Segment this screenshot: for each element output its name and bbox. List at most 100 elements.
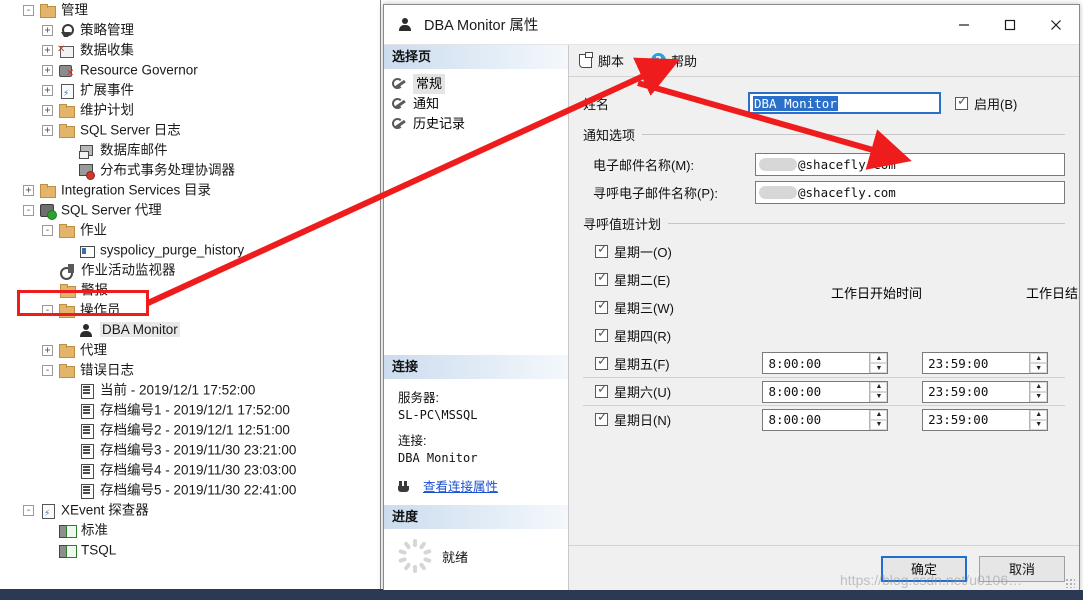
workday-start-time-input[interactable]: 8:00:00 ▲ ▼	[762, 352, 889, 374]
script-dropdown-chevron-down-icon[interactable]: ▼	[634, 56, 642, 65]
tree-node[interactable]: 当前 - 2019/12/1 17:52:00	[0, 380, 380, 400]
email-input[interactable]: @shacefly.com	[755, 152, 1065, 176]
workday-start-time-input-increment-icon[interactable]: ▲	[870, 381, 888, 392]
workday-start-time-input[interactable]: 8:00:00 ▲ ▼	[762, 408, 889, 431]
tree-node[interactable]: 警报	[0, 280, 380, 300]
name-input[interactable]: DBA Monitor	[748, 92, 941, 114]
day-checkbox-row[interactable]: 星期一(O)	[583, 242, 746, 261]
day-checkbox-row[interactable]: 星期六(U)	[583, 382, 746, 401]
workday-start-time-input-stepper[interactable]: ▲ ▼	[869, 409, 888, 430]
dialog-title-bar[interactable]: DBA Monitor 属性	[384, 5, 1079, 45]
expand-toggle-icon[interactable]: +	[42, 64, 53, 76]
workday-end-time-input-decrement-icon[interactable]: ▼	[1030, 419, 1048, 430]
tree-node[interactable]: syspolicy_purge_history	[0, 240, 380, 260]
tree-node[interactable]: + 扩展事件	[0, 80, 380, 103]
ok-button[interactable]: 确定	[881, 555, 967, 582]
workday-end-time-input-decrement-icon[interactable]: ▼	[1030, 363, 1048, 373]
workday-end-time-input-stepper[interactable]: ▲ ▼	[1029, 381, 1048, 402]
expand-toggle-icon[interactable]: +	[42, 124, 53, 136]
object-explorer-tree[interactable]: - 管理 + 策略管理 + 数据收集 + Resource Governor + 扩展事件 + 维护计…	[0, 0, 380, 560]
resize-grip[interactable]	[1065, 578, 1075, 588]
workday-end-time-input-stepper[interactable]: ▲ ▼	[1029, 409, 1048, 430]
tree-node[interactable]: + 数据收集	[0, 40, 380, 60]
select-page-item[interactable]: 常规	[392, 74, 568, 94]
tree-node[interactable]: 数据库邮件	[0, 140, 380, 160]
expand-toggle-icon[interactable]: +	[42, 344, 53, 356]
tree-node[interactable]: + Resource Governor	[0, 60, 380, 84]
select-page-item[interactable]: 通知	[392, 94, 568, 114]
tree-node[interactable]: + 策略管理	[0, 20, 380, 40]
expand-toggle-icon[interactable]: +	[42, 44, 53, 56]
workday-end-time-input[interactable]: 23:59:00 ▲ ▼	[922, 380, 1049, 403]
day-checkbox-row[interactable]: 星期日(N)	[583, 410, 746, 429]
workday-start-time-input-decrement-icon[interactable]: ▼	[870, 391, 888, 402]
expand-toggle-icon[interactable]: +	[42, 24, 53, 36]
day-checkbox-row[interactable]: 星期三(W)	[583, 298, 746, 317]
workday-end-time-input-stepper[interactable]: ▲ ▼	[1029, 353, 1048, 373]
view-connection-properties-link[interactable]: 查看连接属性	[423, 476, 498, 495]
workday-start-time-input-stepper[interactable]: ▲ ▼	[869, 381, 888, 402]
expand-toggle-icon[interactable]: +	[42, 84, 53, 96]
tree-node[interactable]: 存档编号3 - 2019/11/30 23:21:00	[0, 440, 380, 460]
workday-end-time-input[interactable]: 23:59:00 ▲ ▼	[922, 408, 1049, 431]
workday-start-time-input-decrement-icon[interactable]: ▼	[870, 419, 888, 430]
script-button[interactable]: 脚本	[577, 51, 624, 70]
workday-start-time-input-increment-icon[interactable]: ▲	[870, 409, 888, 420]
tree-node[interactable]: 作业活动监视器	[0, 260, 380, 280]
tree-node[interactable]: - 操作员	[0, 300, 380, 320]
day-checkbox-row[interactable]: 星期五(F)	[583, 354, 746, 373]
minimize-button[interactable]	[941, 5, 987, 45]
tree-node[interactable]: 标准	[0, 520, 380, 540]
tree-node[interactable]: - 作业	[0, 220, 380, 240]
workday-end-time-input-increment-icon[interactable]: ▲	[1030, 353, 1048, 363]
day-checkbox[interactable]	[595, 326, 608, 342]
tree-node[interactable]: + 维护计划	[0, 100, 380, 120]
collapse-toggle-icon[interactable]: -	[23, 204, 34, 216]
tree-node[interactable]: 分布式事务处理协调器	[0, 160, 380, 180]
day-checkbox[interactable]	[595, 354, 608, 370]
tree-node[interactable]: 存档编号4 - 2019/11/30 23:03:00	[0, 460, 380, 480]
tree-node[interactable]: - XEvent 探查器	[0, 500, 380, 523]
close-button[interactable]	[1033, 5, 1079, 45]
tree-node[interactable]: DBA Monitor	[0, 320, 380, 340]
tree-node[interactable]: + SQL Server 日志	[0, 120, 380, 140]
collapse-toggle-icon[interactable]: -	[23, 504, 34, 516]
tree-node[interactable]: - 管理	[0, 0, 380, 20]
day-checkbox[interactable]	[595, 242, 608, 258]
tree-node[interactable]: + Integration Services 目录	[0, 180, 380, 200]
select-page-item[interactable]: 历史记录	[392, 114, 568, 134]
tree-node[interactable]: 存档编号1 - 2019/12/1 17:52:00	[0, 400, 380, 420]
pager-email-input[interactable]: @shacefly.com	[755, 180, 1065, 204]
tree-node[interactable]: 存档编号2 - 2019/12/1 12:51:00	[0, 420, 380, 440]
enabled-checkbox-row[interactable]: 启用(B)	[955, 94, 1017, 113]
day-checkbox[interactable]	[595, 270, 608, 286]
collapse-toggle-icon[interactable]: -	[42, 364, 53, 376]
workday-start-time-input-decrement-icon[interactable]: ▼	[870, 363, 888, 373]
tree-node[interactable]: - SQL Server 代理	[0, 200, 380, 220]
day-checkbox[interactable]	[595, 298, 608, 314]
workday-start-time-input-stepper[interactable]: ▲ ▼	[869, 353, 888, 373]
tree-node[interactable]: TSQL	[0, 540, 380, 560]
day-checkbox[interactable]	[595, 410, 608, 426]
enabled-checkbox[interactable]	[955, 94, 968, 110]
expand-toggle-icon[interactable]: +	[42, 104, 53, 116]
workday-start-time-input[interactable]: 8:00:00 ▲ ▼	[762, 380, 889, 403]
workday-end-time-input-decrement-icon[interactable]: ▼	[1030, 391, 1048, 402]
expand-toggle-icon[interactable]: +	[23, 184, 34, 196]
workday-end-time-input-increment-icon[interactable]: ▲	[1030, 409, 1048, 420]
tree-node[interactable]: 存档编号5 - 2019/11/30 22:41:00	[0, 480, 380, 500]
collapse-toggle-icon[interactable]: -	[42, 304, 53, 316]
day-checkbox-row[interactable]: 星期二(E)	[583, 270, 746, 289]
view-connection-properties-row[interactable]: 查看连接属性	[398, 476, 568, 495]
select-page-list[interactable]: 常规 通知 历史记录	[384, 69, 568, 134]
tree-node[interactable]: - 错误日志	[0, 360, 380, 380]
tree-node[interactable]: + 代理	[0, 340, 380, 360]
help-button[interactable]: ? 帮助	[650, 51, 697, 70]
workday-start-time-input-increment-icon[interactable]: ▲	[870, 353, 888, 363]
cancel-button[interactable]: 取消	[979, 555, 1065, 582]
day-checkbox-row[interactable]: 星期四(R)	[583, 326, 746, 345]
workday-end-time-input[interactable]: 23:59:00 ▲ ▼	[922, 352, 1049, 374]
day-checkbox[interactable]	[595, 382, 608, 398]
collapse-toggle-icon[interactable]: -	[42, 224, 53, 236]
collapse-toggle-icon[interactable]: -	[23, 4, 34, 16]
